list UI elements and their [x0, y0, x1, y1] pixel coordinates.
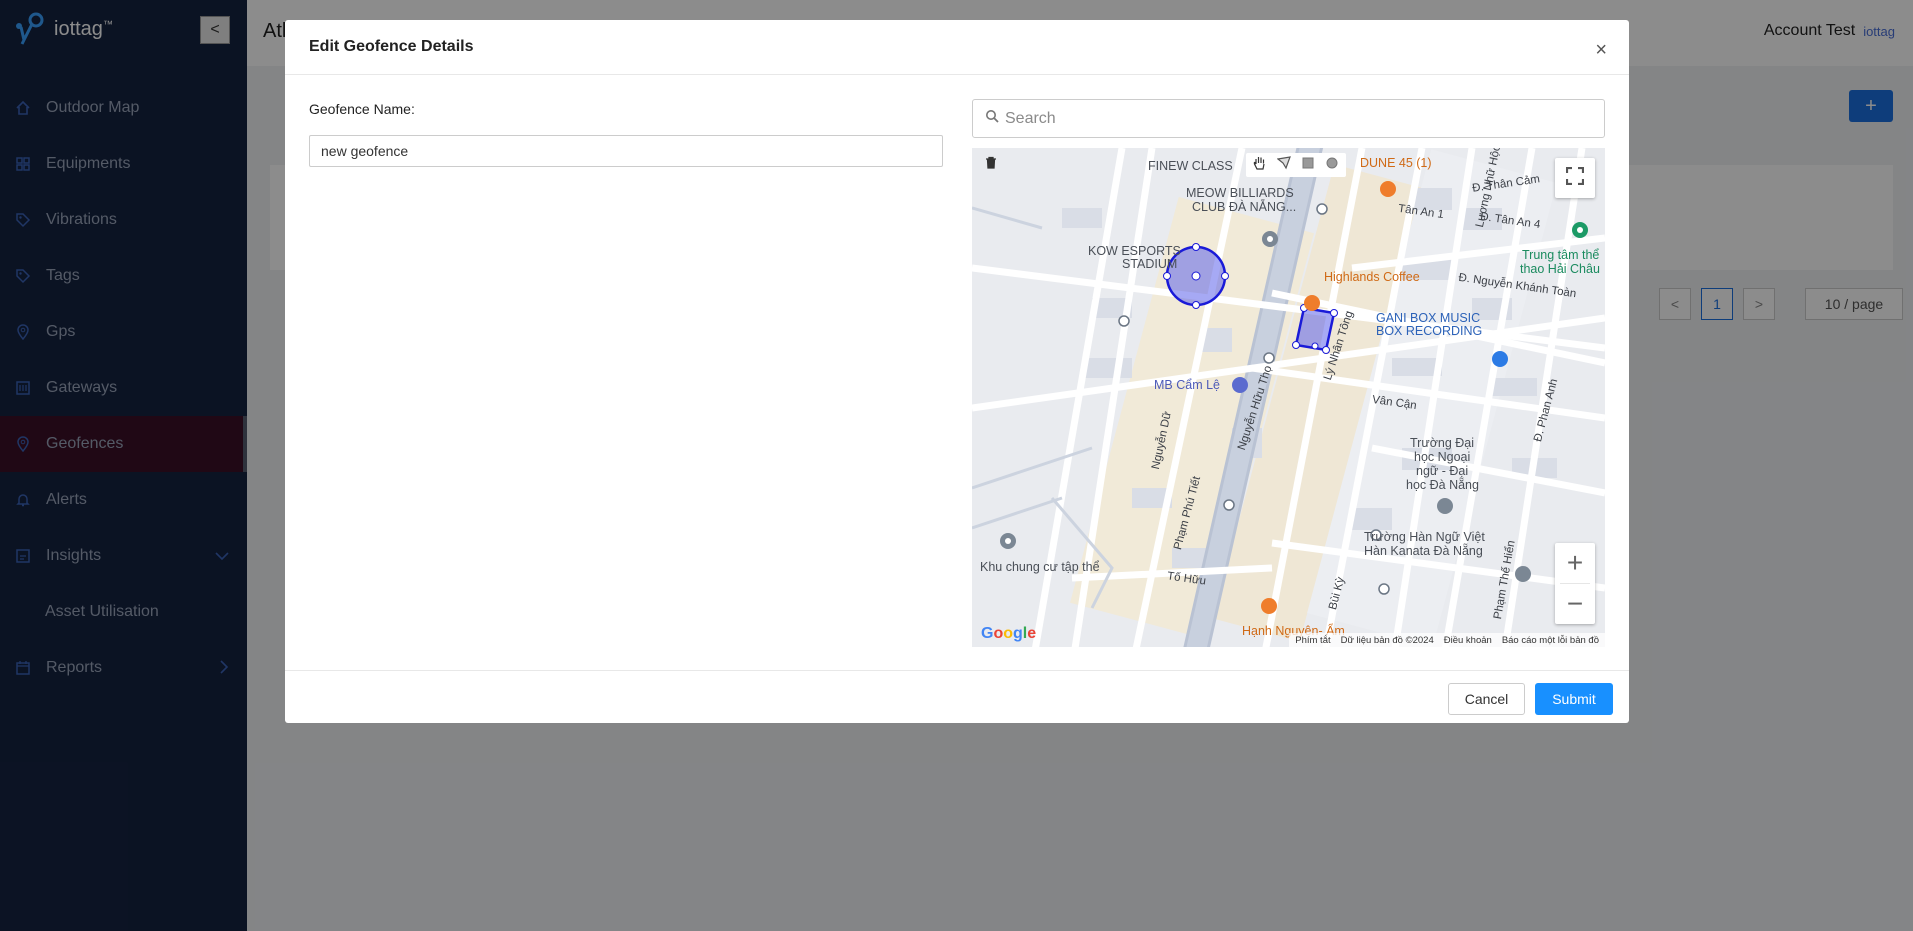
polygon-tool-button[interactable]	[1274, 155, 1294, 175]
zoom-control: + −	[1555, 543, 1595, 624]
map-label: MB Cẩm Lệ	[1154, 378, 1220, 392]
report-error-link[interactable]: Báo cáo một lỗi bản đồ	[1502, 635, 1599, 646]
trash-icon	[985, 156, 997, 174]
zoom-in-button[interactable]: +	[1555, 543, 1595, 583]
map-label: Trường Hàn Ngữ Việt	[1364, 530, 1485, 544]
map-label: GANI BOX MUSIC	[1376, 311, 1481, 325]
modal-header: Edit Geofence Details ×	[285, 20, 1629, 75]
fullscreen-icon	[1565, 166, 1585, 190]
circle-icon	[1326, 156, 1338, 174]
map-view[interactable]: FINEW CLASS MEOW BILLIARDS CLUB ĐÀ NẴNG.…	[972, 148, 1605, 647]
keyboard-shortcuts-link[interactable]: Phím tắt	[1295, 635, 1330, 646]
rectangle-icon	[1302, 156, 1314, 174]
zoom-out-button[interactable]: −	[1555, 584, 1595, 624]
modal-title: Edit Geofence Details	[309, 38, 474, 55]
map-label: Khu chung cư tập thể	[980, 560, 1100, 574]
map-label: FINEW CLASS	[1148, 159, 1233, 173]
fullscreen-button[interactable]	[1555, 158, 1595, 198]
polygon-icon	[1276, 155, 1291, 175]
map-label: ngữ - Đại	[1416, 464, 1469, 478]
map-label: MEOW BILLIARDS	[1186, 186, 1294, 200]
close-icon[interactable]: ×	[1595, 40, 1607, 60]
submit-button[interactable]: Submit	[1535, 683, 1613, 715]
google-logo[interactable]: Google	[981, 625, 1036, 643]
map-label: Trường Đại	[1410, 436, 1475, 450]
geofence-name-input[interactable]	[309, 135, 943, 167]
map-label: KOW ESPORTS	[1088, 244, 1181, 258]
drawing-toolbar	[1246, 153, 1346, 177]
terms-link[interactable]: Điều khoản	[1444, 635, 1492, 646]
circle-tool-button[interactable]	[1322, 155, 1342, 175]
map-data-text: Dữ liệu bản đồ ©2024	[1340, 634, 1434, 646]
delete-shape-button[interactable]	[980, 154, 1002, 176]
geofence-name-label: Geofence Name:	[309, 101, 415, 117]
hand-icon	[1253, 155, 1267, 176]
pan-tool-button[interactable]	[1250, 155, 1270, 175]
map-label: STADIUM	[1122, 257, 1178, 271]
map-label: Highlands Coffee	[1324, 270, 1420, 284]
rectangle-tool-button[interactable]	[1298, 155, 1318, 175]
map-label: BOX RECORDING	[1376, 324, 1483, 338]
map-attribution: Phím tắt Dữ liệu bản đồ ©2024 Điều khoản…	[1289, 633, 1605, 647]
map-label: Hàn Kanata Đà Nẵng	[1364, 544, 1483, 558]
map-label: thao Hải Châu	[1520, 262, 1600, 276]
map-search-box[interactable]	[972, 99, 1605, 138]
edit-geofence-modal: Edit Geofence Details × Geofence Name: n…	[285, 20, 1629, 723]
map-label: CLUB ĐÀ NẴNG...	[1192, 200, 1297, 214]
map-label: DUNE 45 (1)	[1360, 156, 1432, 170]
search-input[interactable]	[1005, 109, 1585, 128]
cancel-button[interactable]: Cancel	[1448, 683, 1525, 715]
modal-footer: Cancel Submit	[285, 670, 1629, 723]
search-icon	[985, 109, 999, 128]
map-label: học Ngoại	[1414, 450, 1471, 464]
map-label: học Đà Nẵng	[1406, 478, 1479, 492]
map-label: Trung tâm thể	[1522, 248, 1600, 262]
